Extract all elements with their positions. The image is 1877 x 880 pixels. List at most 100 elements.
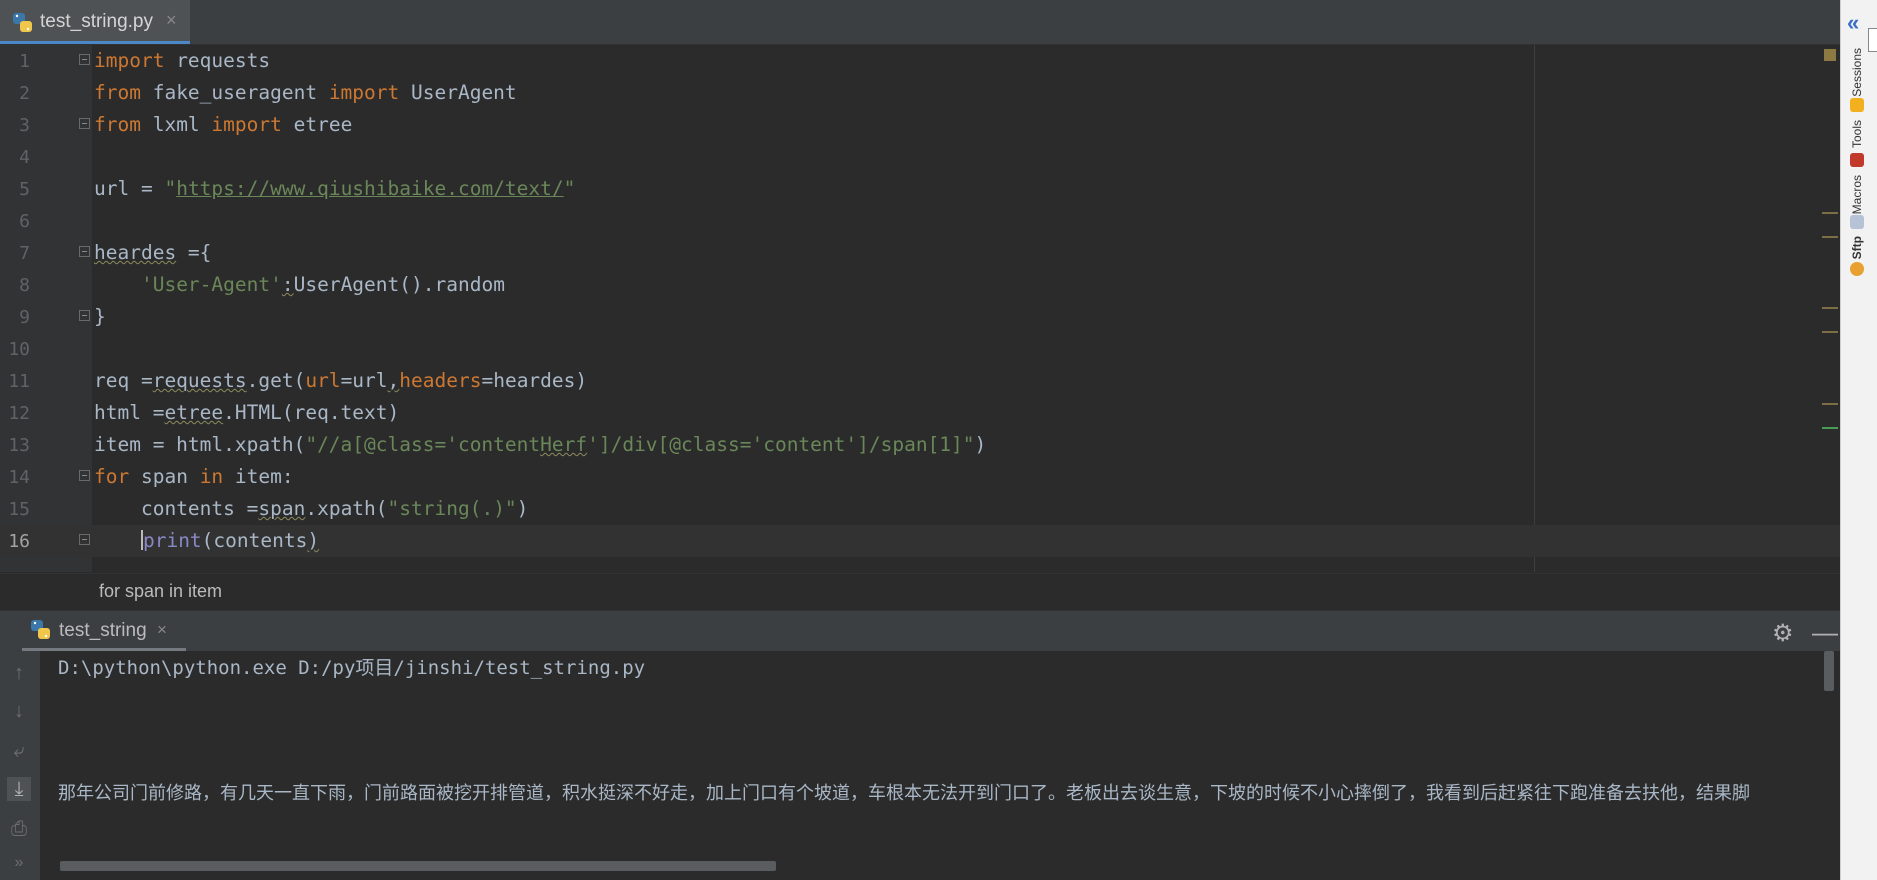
warning-mark[interactable]: [1822, 331, 1838, 333]
param-name: url: [305, 369, 341, 392]
arrow-down-icon[interactable]: ↓: [7, 699, 31, 723]
line-number: 14: [8, 467, 30, 488]
code-line[interactable]: 5 url = "https://www.qiushibaike.com/tex…: [0, 173, 1840, 205]
warning-mark[interactable]: [1822, 403, 1838, 405]
code-text: =heardes): [481, 369, 588, 392]
right-side-panel: « Sessions Tools Macros Sftp: [1840, 0, 1877, 880]
code-text: lxml: [140, 113, 212, 136]
code-line[interactable]: 11 req =requests.get(url=url,headers=hea…: [0, 365, 1840, 397]
code-text: ={: [176, 241, 212, 264]
scroll-to-end-icon[interactable]: ⤓: [7, 777, 31, 801]
code-line[interactable]: 13 item = html.xpath("//a[@class='conten…: [0, 429, 1840, 461]
code-text: (contents: [201, 529, 308, 552]
line-number: 15: [8, 499, 30, 520]
code-line[interactable]: 3 from lxml import etree: [0, 109, 1840, 141]
code-text: requests: [152, 369, 247, 392]
code-text: ): [516, 497, 529, 520]
breadcrumb: for span in item: [0, 573, 1840, 609]
double-chevron-left-icon[interactable]: «: [1847, 10, 1859, 36]
code-line[interactable]: 2 from fake_useragent import UserAgent: [0, 77, 1840, 109]
fold-icon[interactable]: [79, 470, 90, 481]
code-line[interactable]: 14 for span in item:: [0, 461, 1840, 493]
code-text: ,: [387, 369, 400, 392]
fold-icon[interactable]: [79, 54, 90, 65]
code-line-current[interactable]: 16 print(contents): [0, 525, 1840, 557]
sessions-tab[interactable]: Sessions: [1850, 48, 1864, 97]
tab-close-icon[interactable]: ×: [166, 10, 177, 31]
code-text: span: [129, 465, 200, 488]
code-text: fake_useragent: [140, 81, 329, 104]
sftp-tab[interactable]: Sftp: [1850, 236, 1864, 259]
more-icon[interactable]: »: [7, 851, 31, 875]
line-number: 10: [8, 339, 30, 360]
line-number: 8: [19, 275, 30, 296]
code-line[interactable]: 10: [0, 333, 1840, 365]
code-line[interactable]: 4: [0, 141, 1840, 173]
fold-icon[interactable]: [79, 246, 90, 257]
error-stripe[interactable]: [1820, 45, 1840, 572]
line-number: 12: [8, 403, 30, 424]
code-text: req =: [94, 369, 153, 392]
warning-mark[interactable]: [1822, 212, 1838, 214]
inspection-status-icon[interactable]: [1824, 49, 1836, 61]
vertical-scrollbar[interactable]: [1824, 651, 1834, 691]
console-output-text: 那年公司门前修路，有几天一直下雨，门前路面被挖开排管道，积水挺深不好走，加上门口…: [58, 783, 1750, 804]
python-file-icon: [13, 13, 32, 32]
tools-tab[interactable]: Tools: [1850, 120, 1864, 148]
run-tab-test-string[interactable]: test_string ×: [22, 611, 186, 651]
warning-mark[interactable]: [1822, 307, 1838, 309]
string-literal: "//a[@class='content: [305, 433, 541, 456]
line-number: 9: [19, 307, 30, 328]
macros-tab[interactable]: Macros: [1850, 175, 1864, 214]
breadcrumb-item[interactable]: for span in item: [99, 581, 222, 602]
keyword: for: [94, 465, 130, 488]
line-number: 4: [19, 147, 30, 168]
line-number: 3: [19, 115, 30, 136]
code-text: html =: [94, 401, 165, 424]
tab-label: test_string.py: [40, 11, 153, 32]
minimize-icon[interactable]: —: [1812, 617, 1838, 648]
line-number: 16: [8, 531, 30, 552]
code-line[interactable]: 15 contents =span.xpath("string(.)"): [0, 493, 1840, 525]
code-line[interactable]: 7 heardes ={: [0, 237, 1840, 269]
print-icon[interactable]: ⎙: [7, 817, 31, 841]
line-number: 7: [19, 243, 30, 264]
keyword: import: [211, 113, 282, 136]
string-literal: 'User-Agent': [140, 273, 282, 296]
gear-icon[interactable]: ⚙: [1772, 619, 1794, 648]
tab-test-string[interactable]: test_string.py ×: [0, 0, 190, 44]
keyword: import: [94, 49, 165, 72]
fold-icon[interactable]: [79, 534, 90, 545]
line-number: 2: [19, 83, 30, 104]
keyword: from: [94, 81, 141, 104]
run-tab-close-icon[interactable]: ×: [157, 620, 167, 640]
soft-wrap-icon[interactable]: ⤶: [7, 739, 31, 763]
warning-mark[interactable]: [1822, 236, 1838, 238]
line-number: 5: [19, 179, 30, 200]
editor-tab-bar: test_string.py ×: [0, 0, 1840, 45]
code-line[interactable]: 1 import requests: [0, 45, 1840, 77]
code-text: .HTML(req.text): [223, 401, 400, 424]
console-command: D:\python\python.exe D:/py项目/jinshi/test…: [58, 657, 646, 679]
code-text: contents =: [140, 497, 259, 520]
code-text: etree: [281, 113, 353, 136]
code-text: url =: [94, 177, 165, 200]
code-text: :: [281, 273, 294, 296]
keyword: import: [328, 81, 400, 104]
fold-icon[interactable]: [79, 118, 90, 129]
string-literal: "string(.)": [387, 497, 517, 520]
code-line[interactable]: 12 html =etree.HTML(req.text): [0, 397, 1840, 429]
code-text: item:: [223, 465, 294, 488]
url-link[interactable]: https://www.qiushibaike.com/text/: [176, 177, 563, 200]
code-line[interactable]: 9 }: [0, 301, 1840, 333]
code-text: .xpath(: [305, 497, 388, 520]
arrow-up-icon[interactable]: ↑: [7, 661, 31, 685]
change-mark[interactable]: [1822, 427, 1838, 429]
code-editor[interactable]: 1 import requests 2 from fake_useragent …: [0, 45, 1840, 572]
console-output[interactable]: D:\python\python.exe D:/py项目/jinshi/test…: [40, 651, 1840, 880]
code-line[interactable]: 8 'User-Agent':UserAgent().random: [0, 269, 1840, 301]
fold-icon[interactable]: [79, 310, 90, 321]
bookmark-icon[interactable]: [1868, 28, 1877, 52]
horizontal-scrollbar[interactable]: [60, 861, 776, 871]
code-line[interactable]: 6: [0, 205, 1840, 237]
